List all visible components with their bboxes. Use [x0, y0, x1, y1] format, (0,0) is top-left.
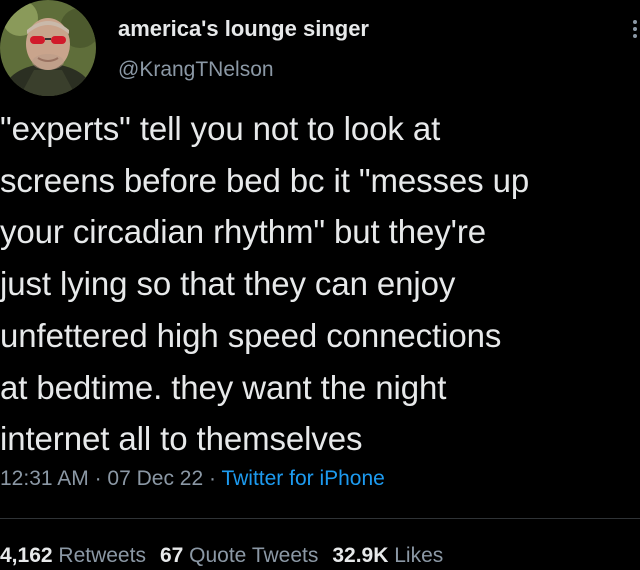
avatar-photo-icon — [0, 0, 96, 96]
user-handle[interactable]: @KrangTNelson — [118, 58, 274, 82]
tweet-text: "experts" tell you not to look at screen… — [0, 110, 530, 458]
retweets-label: Retweets — [58, 544, 146, 567]
divider — [0, 518, 640, 519]
meta-separator: · — [203, 467, 222, 490]
likes-count: 32.9K — [332, 544, 389, 567]
avatar[interactable] — [0, 0, 96, 96]
tweet-card: america's lounge singer @KrangTNelson "e… — [0, 0, 640, 570]
tweet-source-link[interactable]: Twitter for iPhone — [221, 467, 384, 490]
quote-tweets-count: 67 — [159, 544, 184, 567]
retweets-count: 4,162 — [0, 544, 53, 567]
tweet-header: america's lounge singer @KrangTNelson — [0, 0, 640, 96]
more-options-icon[interactable] — [630, 18, 640, 40]
likes-label: Likes — [394, 544, 444, 567]
tweet-stats: 4,162 Retweets 67 Quote Tweets 32.9K Likes — [0, 544, 457, 568]
tweet-time[interactable]: 12:31 AM — [0, 467, 89, 490]
quote-tweets-label: Quote Tweets — [189, 544, 319, 567]
tweet-meta: 12:31 AM · 07 Dec 22 · Twitter for iPhon… — [0, 467, 385, 491]
meta-separator: · — [88, 467, 108, 490]
retweets-stat[interactable]: 4,162 Retweets — [0, 544, 146, 567]
display-name[interactable]: america's lounge singer — [118, 16, 369, 42]
quote-tweets-stat[interactable]: 67 Quote Tweets — [160, 544, 318, 567]
tweet-date[interactable]: 07 Dec 22 — [107, 467, 203, 490]
likes-stat[interactable]: 32.9K Likes — [332, 544, 443, 567]
